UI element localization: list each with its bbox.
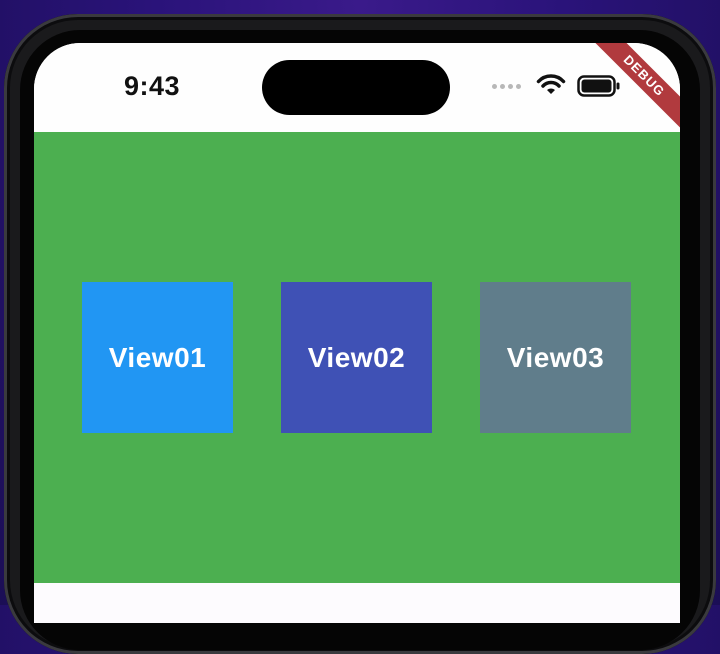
bottom-area <box>34 583 680 623</box>
view-box-label: View02 <box>307 341 406 373</box>
view-box-03: View03 <box>480 282 631 433</box>
app-screen: 9:43 DEBUG View01 View02 View03 <box>34 43 680 623</box>
view-box-02: View02 <box>281 282 432 433</box>
status-time: 9:43 <box>124 71 181 101</box>
green-container: View01 View02 View03 <box>34 132 680 583</box>
battery-icon <box>577 75 620 97</box>
cellular-signal-icon <box>492 84 521 89</box>
dynamic-island <box>262 60 450 115</box>
view-box-01: View01 <box>82 282 233 433</box>
wifi-icon <box>536 74 566 94</box>
status-bar: 9:43 DEBUG <box>34 43 680 134</box>
view-box-label: View03 <box>506 341 605 373</box>
view-box-label: View01 <box>108 341 207 373</box>
